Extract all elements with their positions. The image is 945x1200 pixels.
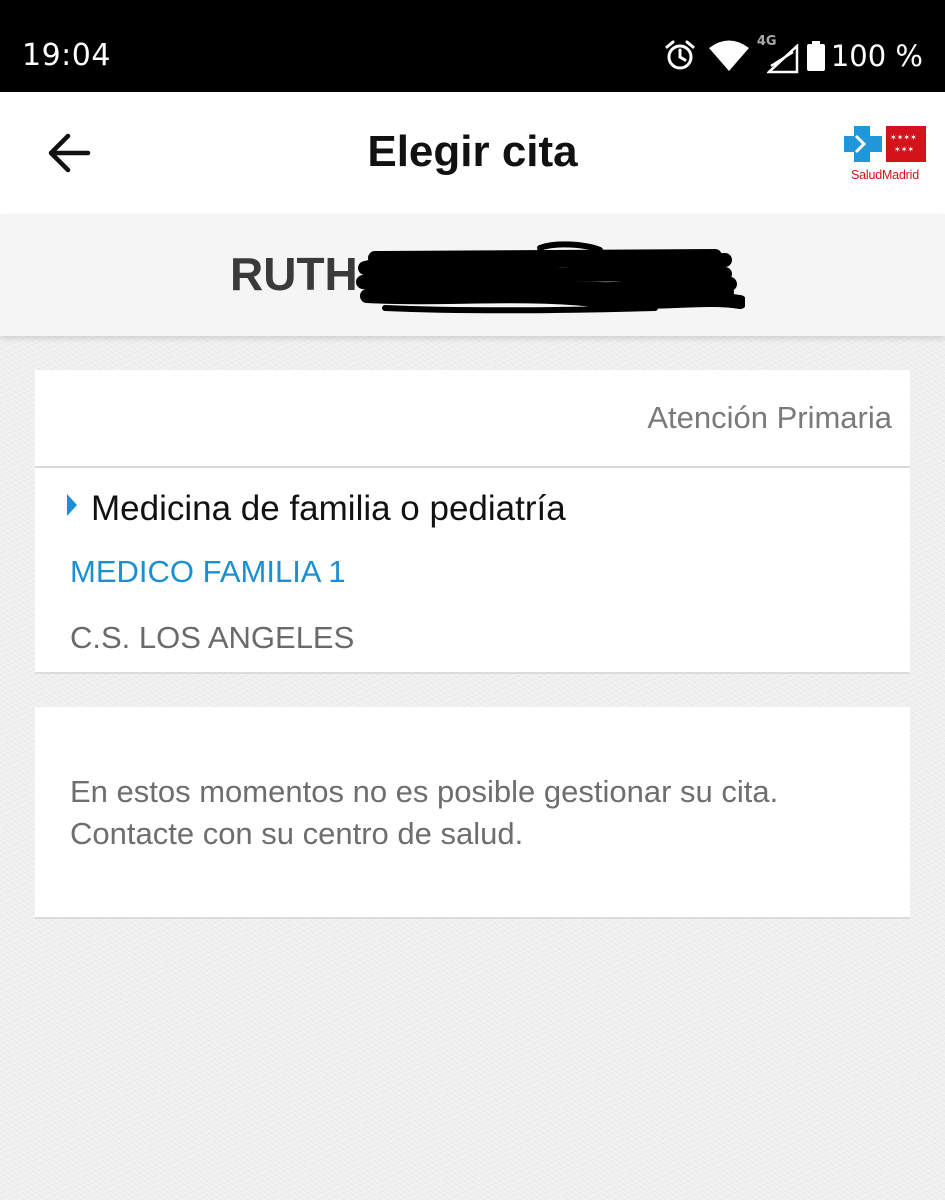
patient-name: RUTH xyxy=(230,248,358,300)
cell-signal-icon xyxy=(766,44,799,74)
error-message: En estos momentos no es posible gestiona… xyxy=(70,774,779,851)
message-card: En estos momentos no es posible gestiona… xyxy=(35,707,910,919)
patient-band: RUTH xyxy=(0,214,945,336)
logo-mark-icon: ✶✶✶✶ ✶✶✶ xyxy=(844,126,926,162)
service-row: Medicina de familia o pediatría xyxy=(67,484,566,534)
salud-madrid-logo: ✶✶✶✶ ✶✶✶ SaludMadrid xyxy=(840,122,930,186)
care-level-label: Atención Primaria xyxy=(647,400,892,435)
svg-text:✶✶✶: ✶✶✶ xyxy=(894,145,914,154)
alarm-icon xyxy=(665,40,695,70)
redaction-scribble xyxy=(356,241,745,314)
status-icons: 4G 100 % xyxy=(663,34,923,76)
doctor-name: MEDICO FAMILIA 1 xyxy=(70,554,346,589)
cell-signal: 4G xyxy=(757,34,801,76)
health-center-name: C.S. LOS ANGELES xyxy=(70,620,355,655)
battery-icon xyxy=(806,41,825,71)
svg-text:✶✶✶✶: ✶✶✶✶ xyxy=(890,133,917,142)
battery-percent: 100 % xyxy=(830,39,923,73)
page-title: Elegir cita xyxy=(367,127,578,176)
app-bar: Elegir cita ✶✶✶✶ ✶✶✶ SaludMadrid xyxy=(0,92,945,214)
triangle-right-icon xyxy=(67,494,77,516)
appointment-card[interactable]: Atención Primaria Medicina de familia o … xyxy=(35,370,910,674)
service-name: Medicina de familia o pediatría xyxy=(91,489,566,528)
status-bar: 19:04 4G 100 % xyxy=(0,0,945,92)
wifi-icon xyxy=(708,40,749,71)
card-header: Atención Primaria xyxy=(35,370,910,468)
logo-text: SaludMadrid xyxy=(851,168,919,182)
status-time: 19:04 xyxy=(22,38,111,73)
